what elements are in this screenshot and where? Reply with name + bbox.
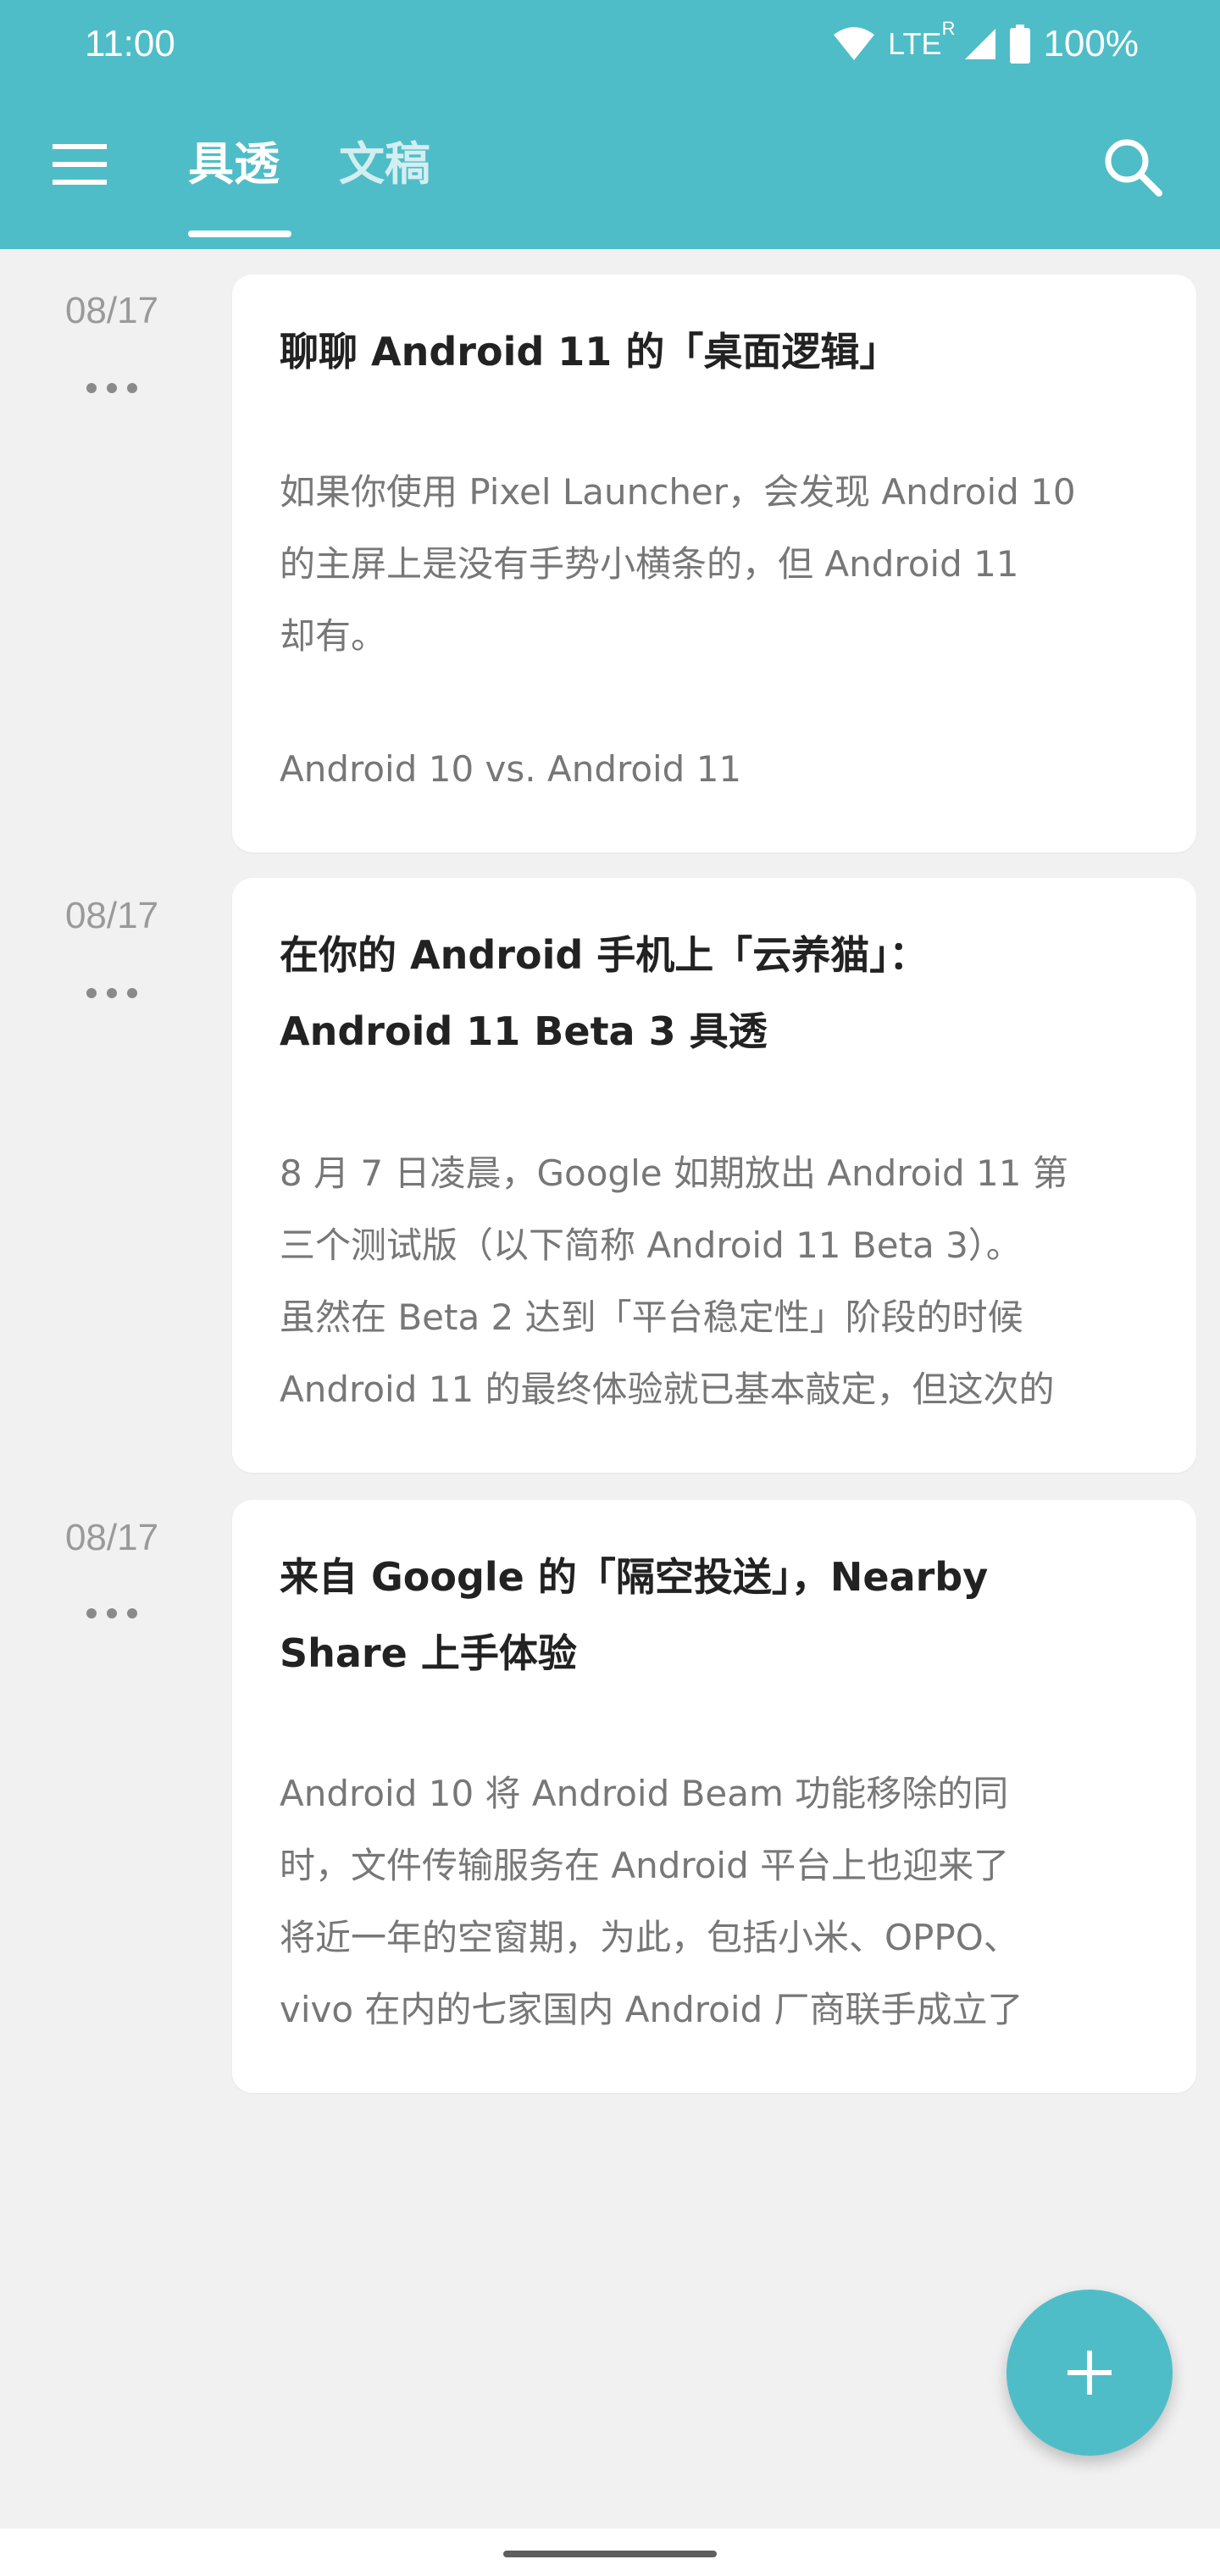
- home-gesture-handle[interactable]: [503, 2551, 717, 2557]
- status-time: 11:00: [85, 23, 175, 64]
- excerpt-line: 8 月 7 日凌晨，Google 如期放出 Android 11 第: [280, 1152, 1068, 1194]
- article-card[interactable]: 在你的 Android 手机上「云养猫」： Android 11 Beta 3 …: [232, 878, 1196, 1473]
- excerpt-line: Android 10 将 Android Beam 功能移除的同: [280, 1773, 1009, 1814]
- battery-percentage: 100%: [1043, 23, 1139, 64]
- excerpt-line: 却有。: [280, 615, 387, 657]
- active-tab-indicator: [188, 230, 291, 237]
- article-card[interactable]: 来自 Google 的「隔空投送」，Nearby Share 上手体验 Andr…: [232, 1500, 1196, 2093]
- app-bar: 11:00 LTE R 100% 具透 文稿: [0, 0, 1220, 249]
- article-title-line: 聊聊 Android 11 的「桌面逻辑」: [280, 329, 899, 375]
- excerpt-line: 时，文件传输服务在 Android 平台上也迎来了: [280, 1845, 1010, 1886]
- article-card[interactable]: 聊聊 Android 11 的「桌面逻辑」 如果你使用 Pixel Launch…: [232, 275, 1196, 852]
- article-excerpt: 8 月 7 日凌晨，Google 如期放出 Android 11 第 三个测试版…: [280, 1137, 1161, 1435]
- tab-articles[interactable]: 具透: [188, 130, 280, 198]
- roaming-indicator: R: [941, 18, 956, 39]
- tab-drafts[interactable]: 文稿: [339, 130, 430, 198]
- entry-date: 08/17: [64, 290, 159, 331]
- network-type: LTE R: [888, 18, 955, 62]
- navigation-bar: [0, 2529, 1220, 2576]
- menu-icon[interactable]: [49, 141, 110, 188]
- excerpt-line: [280, 672, 1161, 733]
- status-icons: LTE R 100%: [832, 17, 1139, 71]
- more-options-icon[interactable]: [85, 1607, 139, 1620]
- article-title: 聊聊 Android 11 的「桌面逻辑」: [280, 314, 1161, 390]
- signal-icon: [965, 29, 996, 59]
- article-title: 在你的 Android 手机上「云养猫」： Android 11 Beta 3 …: [280, 917, 1161, 1069]
- entry-date: 08/17: [64, 895, 159, 936]
- network-label: LTE: [888, 26, 942, 61]
- article-title-line: Share 上手体验: [280, 1630, 577, 1676]
- wifi-icon: [834, 27, 875, 60]
- plus-icon: [1068, 2351, 1112, 2395]
- excerpt-line: Android 10 vs. Android 11: [280, 748, 742, 790]
- article-title-line: 在你的 Android 手机上「云养猫」：: [280, 932, 929, 978]
- excerpt-line: vivo 在内的七家国内 Android 厂商联手成立了: [280, 1989, 1023, 2030]
- search-icon[interactable]: [1101, 136, 1162, 197]
- excerpt-line: 的主屏上是没有手势小横条的，但 Android 11: [280, 543, 1019, 585]
- article-title-line: Android 11 Beta 3 具透: [280, 1008, 768, 1054]
- add-button[interactable]: [1006, 2290, 1173, 2456]
- excerpt-line: 将近一年的空窗期，为此，包括小米、OPPO、: [280, 1917, 1019, 1958]
- excerpt-line: 如果你使用 Pixel Launcher，会发现 Android 10: [280, 471, 1076, 513]
- more-options-icon[interactable]: [85, 381, 139, 395]
- excerpt-line: 虽然在 Beta 2 达到「平台稳定性」阶段的时候: [280, 1296, 1023, 1338]
- entry-date: 08/17: [64, 1517, 159, 1558]
- excerpt-line: Android 11 的最终体验就已基本敲定，但这次的: [280, 1368, 1055, 1410]
- battery-icon: [1010, 25, 1031, 64]
- article-title: 来自 Google 的「隔空投送」，Nearby Share 上手体验: [280, 1539, 1161, 1691]
- article-excerpt: 如果你使用 Pixel Launcher，会发现 Android 10 的主屏上…: [280, 456, 1161, 805]
- excerpt-line: 三个测试版（以下简称 Android 11 Beta 3）。: [280, 1224, 1022, 1266]
- more-options-icon[interactable]: [85, 986, 139, 1000]
- article-title-line: 来自 Google 的「隔空投送」，Nearby: [280, 1554, 989, 1600]
- article-excerpt: Android 10 将 Android Beam 功能移除的同 时，文件传输服…: [280, 1757, 1161, 2056]
